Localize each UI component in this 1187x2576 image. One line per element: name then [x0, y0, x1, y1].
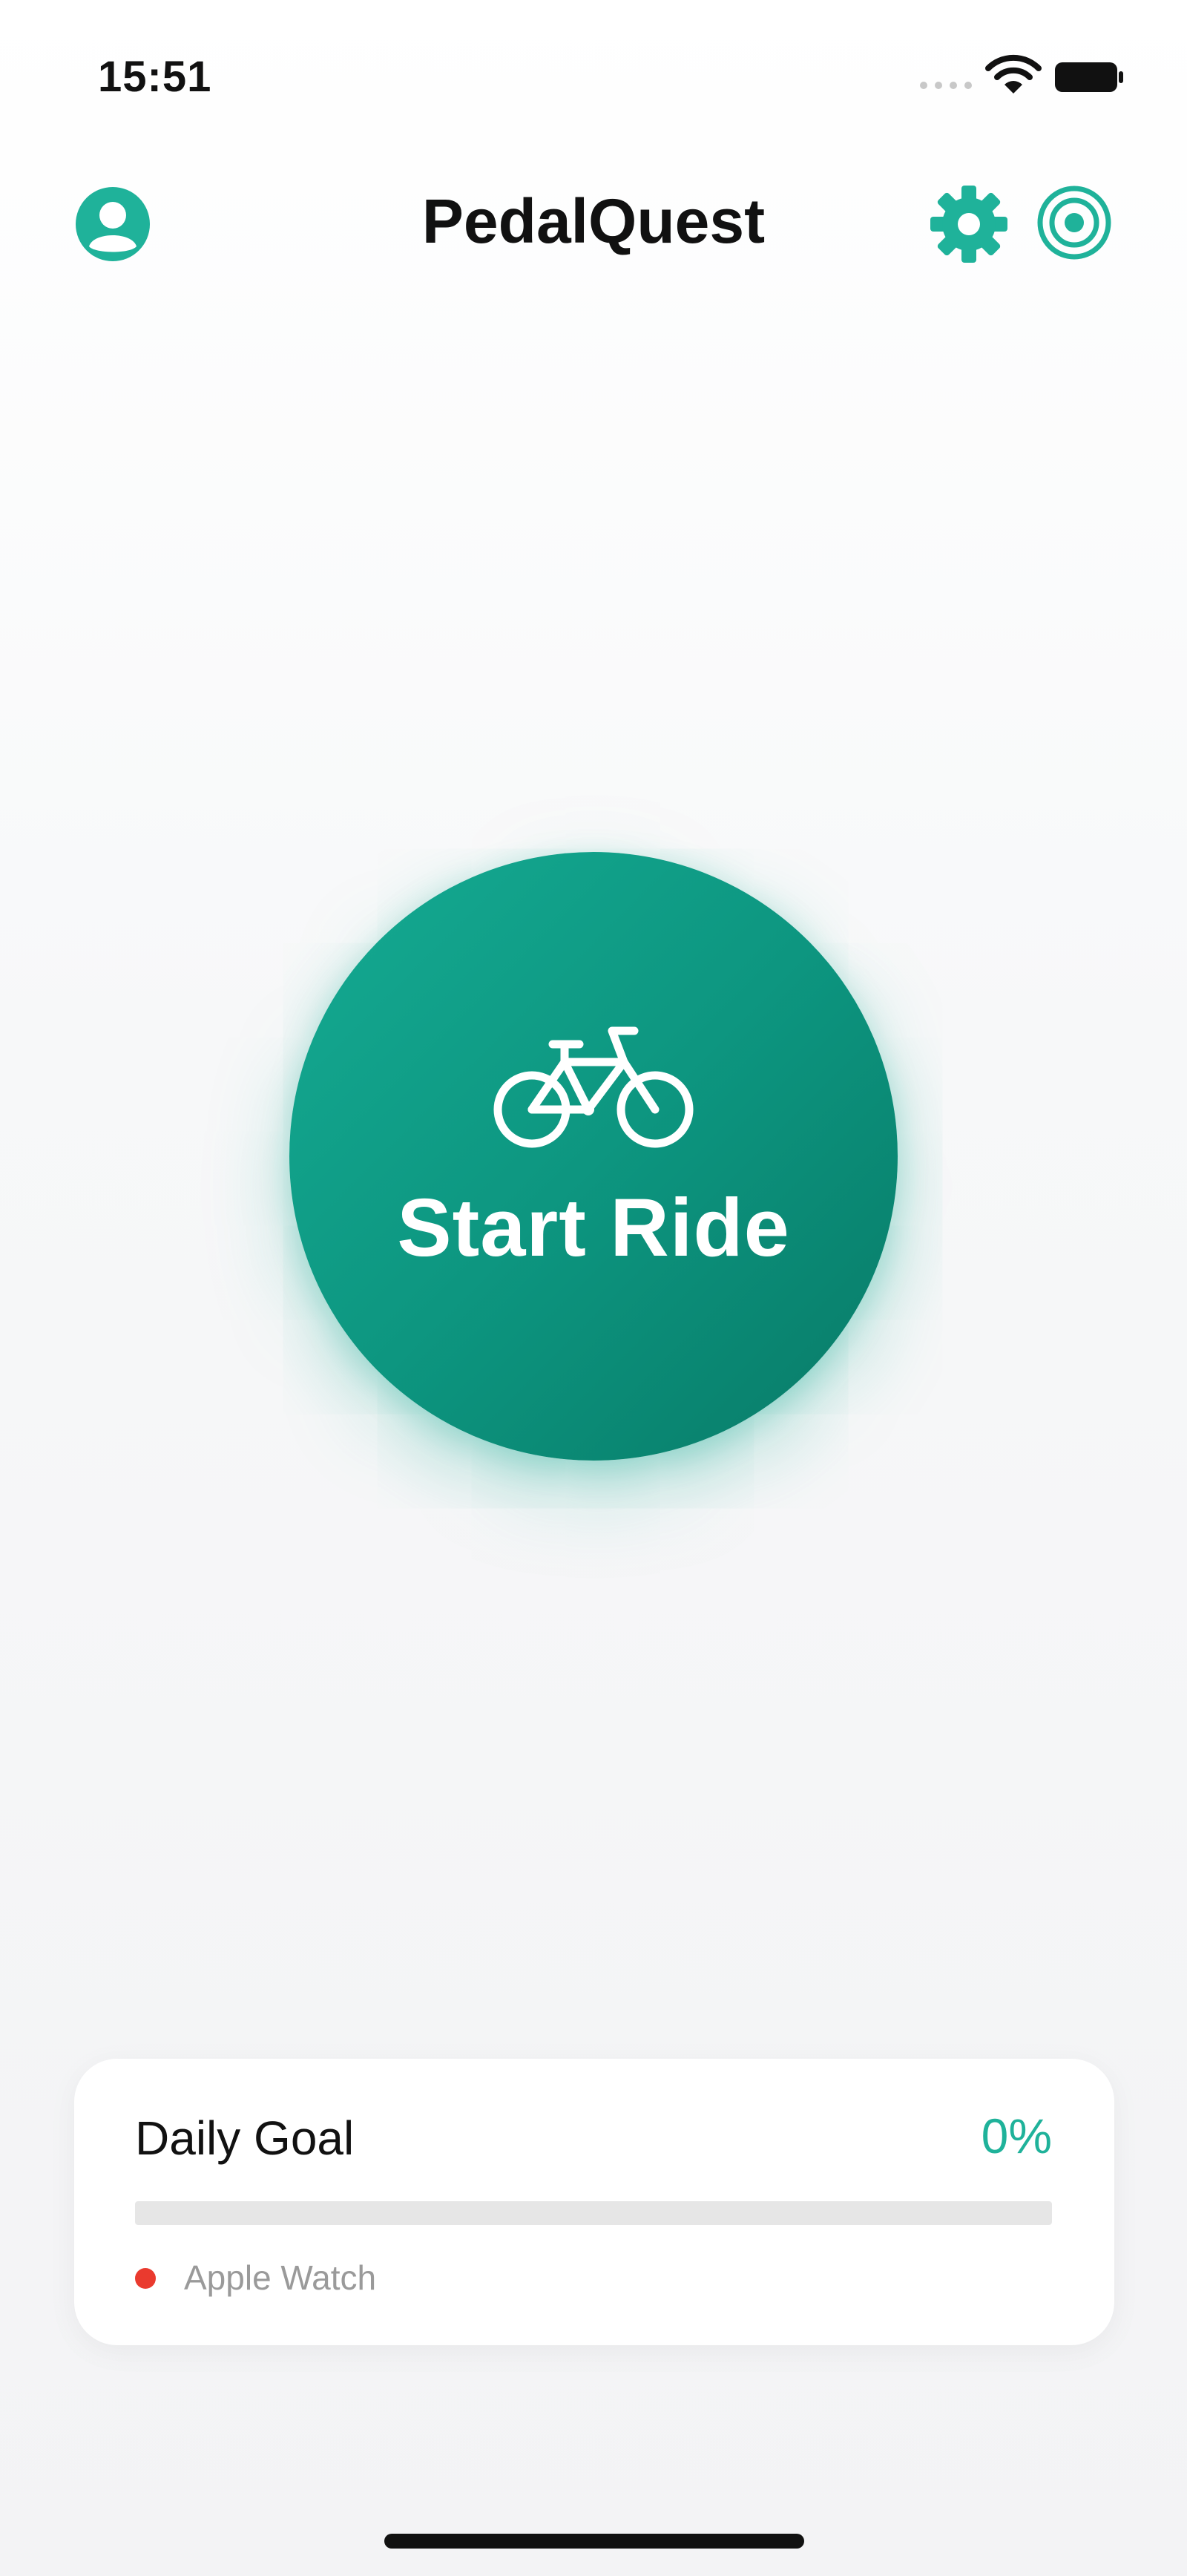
daily-goal-title: Daily Goal: [135, 2111, 355, 2165]
status-bar: 15:51: [0, 0, 1187, 148]
bike-icon: [493, 1026, 694, 1147]
start-ride-label: Start Ride: [397, 1182, 790, 1274]
start-ride-button[interactable]: Start Ride: [289, 852, 898, 1461]
wifi-icon: [985, 54, 1042, 94]
device-label: Apple Watch: [184, 2258, 377, 2297]
device-status-dot: [135, 2268, 156, 2289]
target-icon[interactable]: [1036, 184, 1113, 261]
signal-icon: [920, 82, 972, 89]
status-time: 15:51: [98, 53, 212, 101]
app-header: PedalQuest: [0, 163, 1187, 275]
gear-icon[interactable]: [929, 184, 1009, 264]
battery-icon: [1055, 62, 1123, 92]
home-indicator[interactable]: [384, 2534, 804, 2549]
daily-goal-percent: 0%: [981, 2108, 1052, 2163]
app-title: PedalQuest: [421, 186, 766, 256]
daily-goal-progress-bar: [135, 2201, 1052, 2225]
daily-goal-card[interactable]: Daily Goal 0% Apple Watch: [74, 2059, 1114, 2345]
